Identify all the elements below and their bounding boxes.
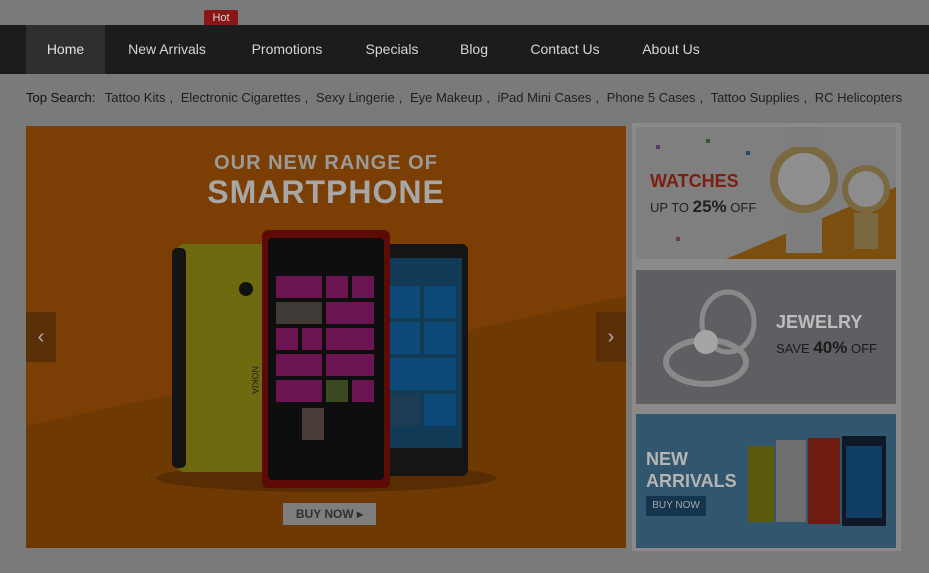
- hot-badge: Hot: [204, 10, 238, 31]
- new-arrivals-banner-title: NEW ARRIVALS: [646, 449, 737, 491]
- new-arrivals-banner[interactable]: NEW ARRIVALS BUY NOW: [636, 414, 896, 548]
- nav-item-blog[interactable]: Blog: [448, 25, 500, 74]
- slider-buy-now-button[interactable]: BUY NOW ▸: [283, 503, 376, 525]
- top-search-bar: Top Search: Tattoo Kits, Electronic Ciga…: [26, 90, 903, 105]
- top-search-link[interactable]: Eye Makeup: [410, 90, 482, 105]
- top-search-link[interactable]: Tattoo Kits: [105, 90, 166, 105]
- nav-item-contact-us[interactable]: Contact Us: [519, 25, 611, 74]
- slider-prev-arrow-icon[interactable]: ‹: [26, 312, 56, 362]
- top-search-label: Top Search:: [26, 90, 96, 105]
- nav-item-new-arrivals[interactable]: New Arrivals: [118, 25, 216, 74]
- watches-banner-image: [656, 127, 896, 259]
- jewelry-banner-title: JEWELRY: [776, 312, 863, 332]
- jewelry-banner[interactable]: JEWELRY SAVE 40% OFF: [636, 270, 896, 404]
- nav-item-specials[interactable]: Specials: [357, 25, 427, 74]
- new-arrivals-buy-now-button[interactable]: BUY NOW: [646, 496, 706, 516]
- top-search-link[interactable]: iPad Mini Cases: [497, 90, 591, 105]
- red-phone-image: [262, 230, 390, 488]
- slider-next-arrow-icon[interactable]: ›: [596, 312, 626, 362]
- main-nav: Home New Arrivals Promotions Specials Bl…: [0, 25, 929, 74]
- nav-item-promotions[interactable]: Promotions: [238, 25, 336, 74]
- yellow-phone-image: NOKIA: [172, 244, 268, 472]
- slider-headline-line2: SMARTPHONE: [207, 174, 445, 210]
- top-search-link[interactable]: Electronic Cigarettes: [181, 90, 301, 105]
- top-search-link[interactable]: Sexy Lingerie: [316, 90, 395, 105]
- svg-text:NOKIA: NOKIA: [250, 366, 260, 394]
- slider-headline-line1: OUR NEW RANGE OF: [214, 152, 438, 174]
- top-search-link[interactable]: Tattoo Supplies: [711, 90, 800, 105]
- jewelry-banner-image: [663, 289, 757, 387]
- watches-banner[interactable]: WATCHES UP TO 25% OFF: [636, 127, 896, 259]
- top-search-link[interactable]: Phone 5 Cases: [607, 90, 696, 105]
- nav-item-home[interactable]: Home: [26, 25, 105, 74]
- watches-banner-subtitle: UP TO 25% OFF: [650, 197, 757, 216]
- hero-slider[interactable]: NOKIA OUR NEW RANGE OF SMARTPHONE ‹ › BU…: [26, 126, 626, 548]
- nav-item-about-us[interactable]: About Us: [631, 25, 711, 74]
- watches-banner-title: WATCHES: [650, 171, 739, 191]
- jewelry-banner-subtitle: SAVE 40% OFF: [776, 338, 877, 357]
- promo-banners-panel: WATCHES UP TO 25% OFF JEWELRY SAVE 40% O…: [632, 123, 901, 551]
- top-search-link[interactable]: RC Helicopters: [815, 90, 902, 105]
